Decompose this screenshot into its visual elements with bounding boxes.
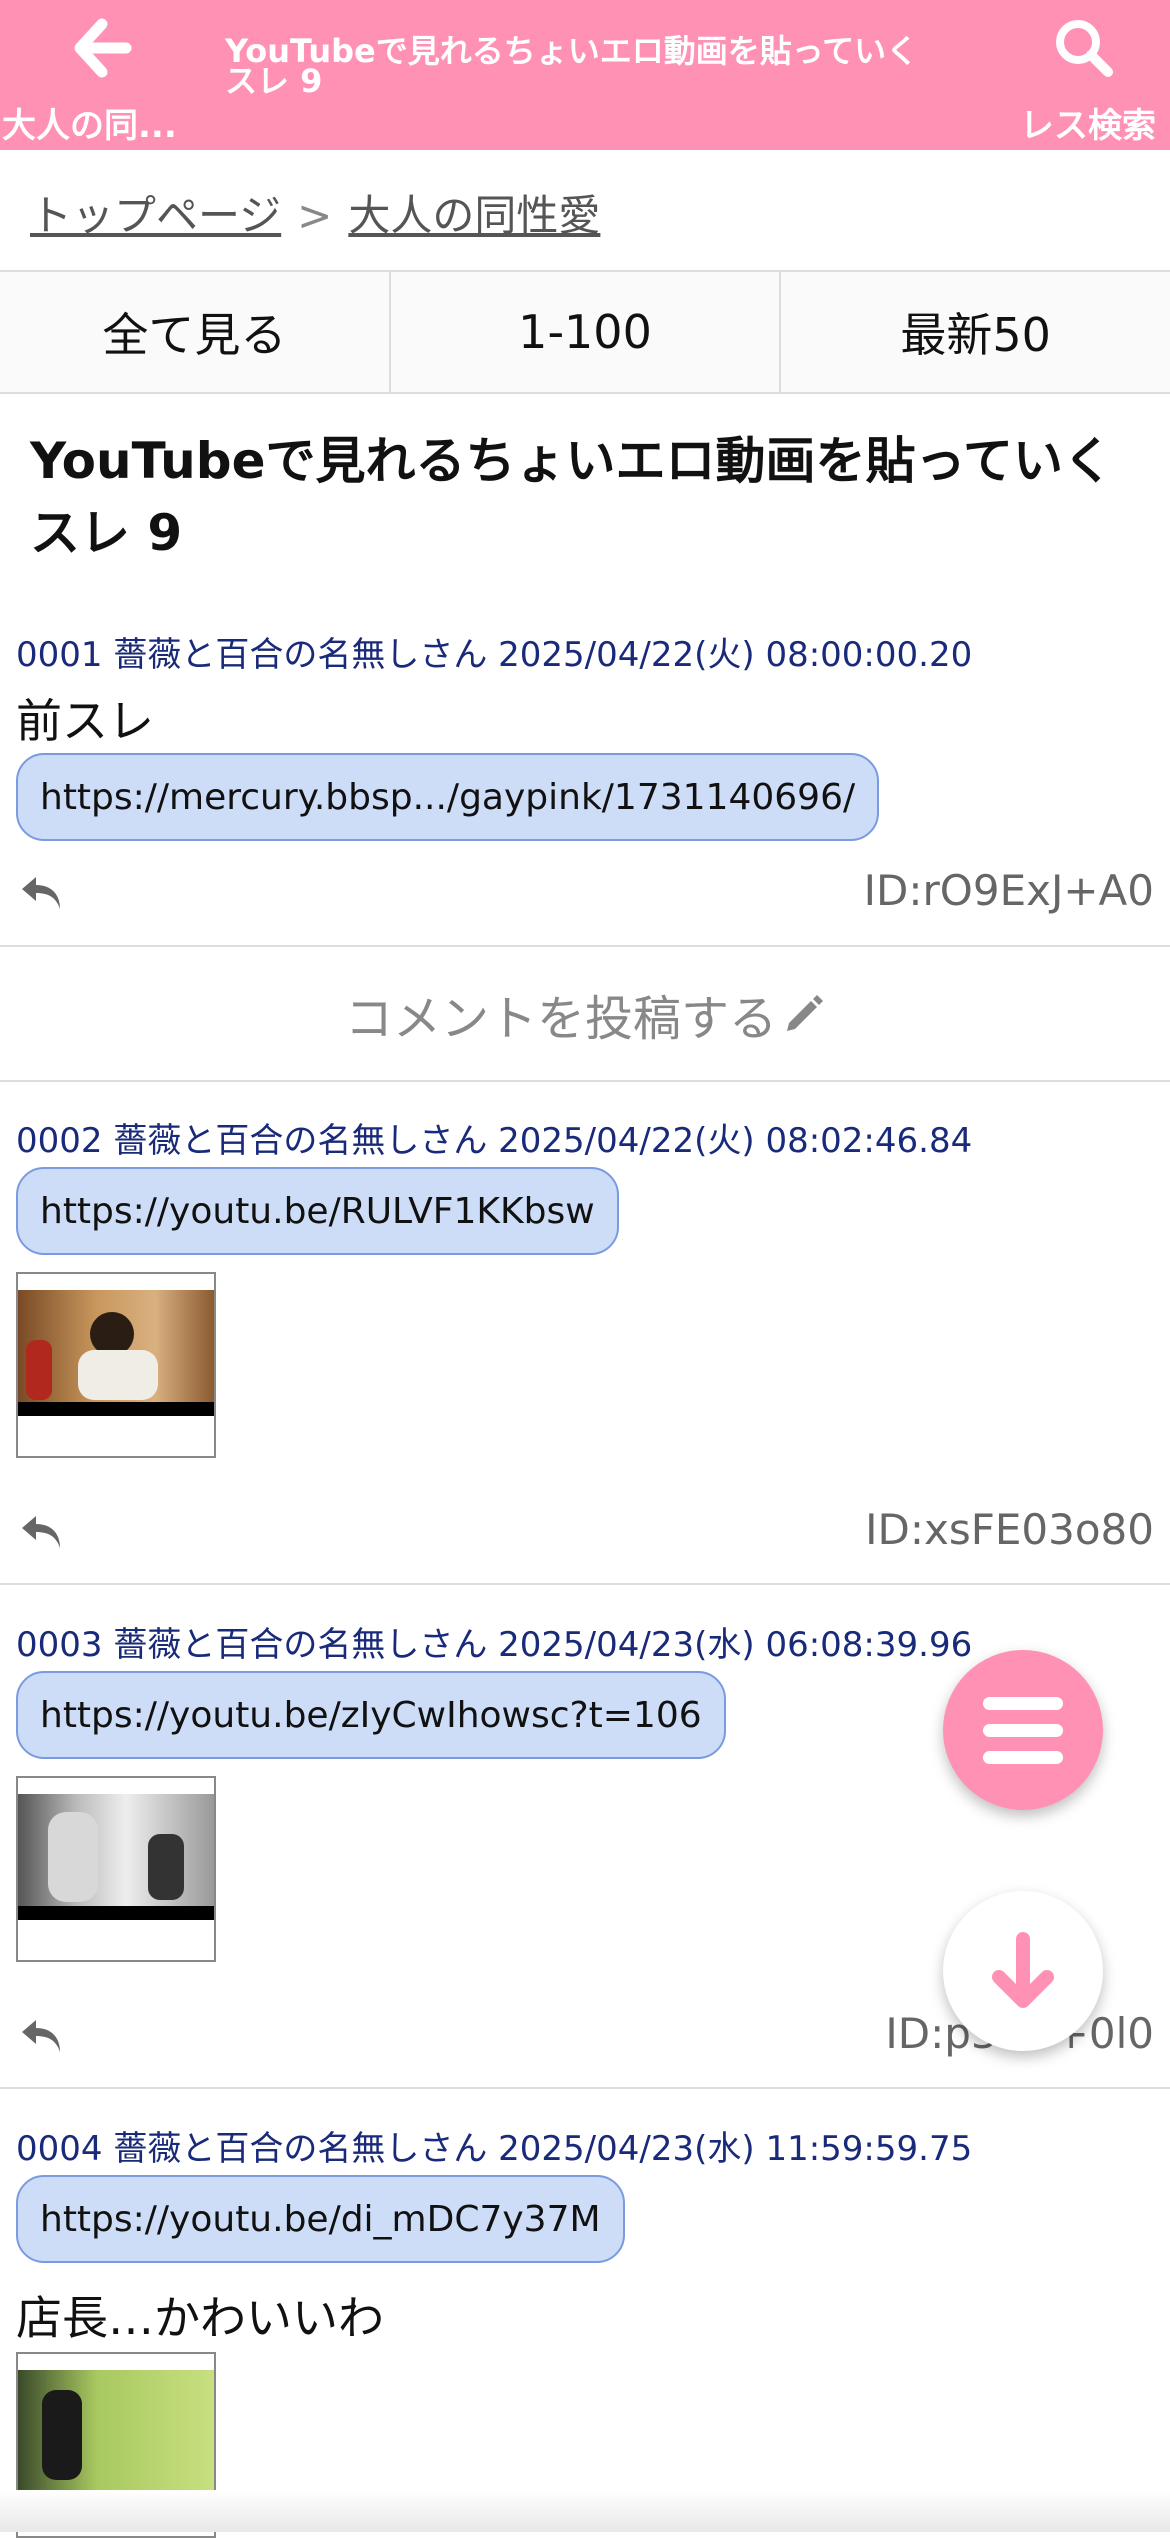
pencil-icon (787, 995, 823, 1031)
post-id: ID:xsFE03o80 (865, 1505, 1154, 1554)
post-header: 0003 薔薇と百合の名無しさん 2025/04/23(水) 06:08:39.… (16, 1625, 973, 1665)
post-header: 0002 薔薇と百合の名無しさん 2025/04/22(火) 08:02:46.… (16, 1121, 973, 1161)
post-text: 前スレ (16, 694, 154, 748)
menu-button[interactable] (943, 1650, 1103, 1810)
post-text: 店長…かわいいわ (16, 2291, 384, 2345)
search-button[interactable]: レス検索 (970, 0, 1170, 150)
video-thumbnail[interactable] (16, 1272, 216, 1458)
divider (0, 2087, 1170, 2089)
post-link[interactable]: https://youtu.be/di_mDC7y37M (16, 2175, 625, 2263)
view-all-button[interactable]: 全て見る (0, 272, 391, 392)
latest-50-button[interactable]: 最新50 (781, 272, 1170, 392)
back-button[interactable]: 大人の同... (0, 0, 200, 150)
divider (0, 945, 1170, 947)
divider (0, 1080, 1170, 1082)
breadcrumb-separator: > (297, 191, 333, 240)
scroll-down-button[interactable] (943, 1891, 1103, 2051)
post-link[interactable]: https://youtu.be/zIyCwIhowsc?t=106 (16, 1671, 726, 1759)
thread-title: YouTubeで見れるちょいエロ動画を貼っていくスレ 9 (30, 432, 1113, 562)
app-header: 大人の同... YouTubeで見れるちょいエロ動画を貼っていくスレ 9 レス検… (0, 0, 1170, 150)
range-1-100-button[interactable]: 1-100 (391, 272, 782, 392)
reply-icon[interactable] (18, 873, 64, 913)
breadcrumb-board-link[interactable]: 大人の同性愛 (348, 191, 600, 240)
post-id: ID:rO9ExJ+A0 (863, 866, 1154, 915)
range-nav: 全て見る 1-100 最新50 (0, 270, 1170, 394)
breadcrumb: トップページ > 大人の同性愛 (30, 182, 600, 243)
video-thumbnail[interactable] (16, 1776, 216, 1962)
post-header: 0001 薔薇と百合の名無しさん 2025/04/22(火) 08:00:00.… (16, 635, 973, 675)
post-comment-label: コメントを投稿する (344, 991, 777, 1047)
arrow-down-icon (992, 1932, 1054, 2008)
search-label: レス検索 (1020, 106, 1156, 146)
search-icon (1056, 20, 1113, 77)
back-label: 大人の同... (2, 106, 177, 146)
header-title: YouTubeで見れるちょいエロ動画を貼っていくスレ 9 (225, 32, 919, 100)
reply-icon[interactable] (18, 1512, 64, 1552)
post-link[interactable]: https://youtu.be/RULVF1KKbsw (16, 1167, 619, 1255)
arrow-left-icon (74, 18, 132, 78)
post-comment-button[interactable]: コメントを投稿する (0, 948, 1170, 1080)
breadcrumb-home-link[interactable]: トップページ (30, 191, 281, 240)
divider (0, 1583, 1170, 1585)
bottom-edge (0, 2490, 1170, 2532)
post-link[interactable]: https://mercury.bbsp.../gaypink/17311406… (16, 753, 880, 841)
reply-icon[interactable] (18, 2016, 64, 2056)
post-header: 0004 薔薇と百合の名無しさん 2025/04/23(水) 11:59:59.… (16, 2129, 973, 2169)
